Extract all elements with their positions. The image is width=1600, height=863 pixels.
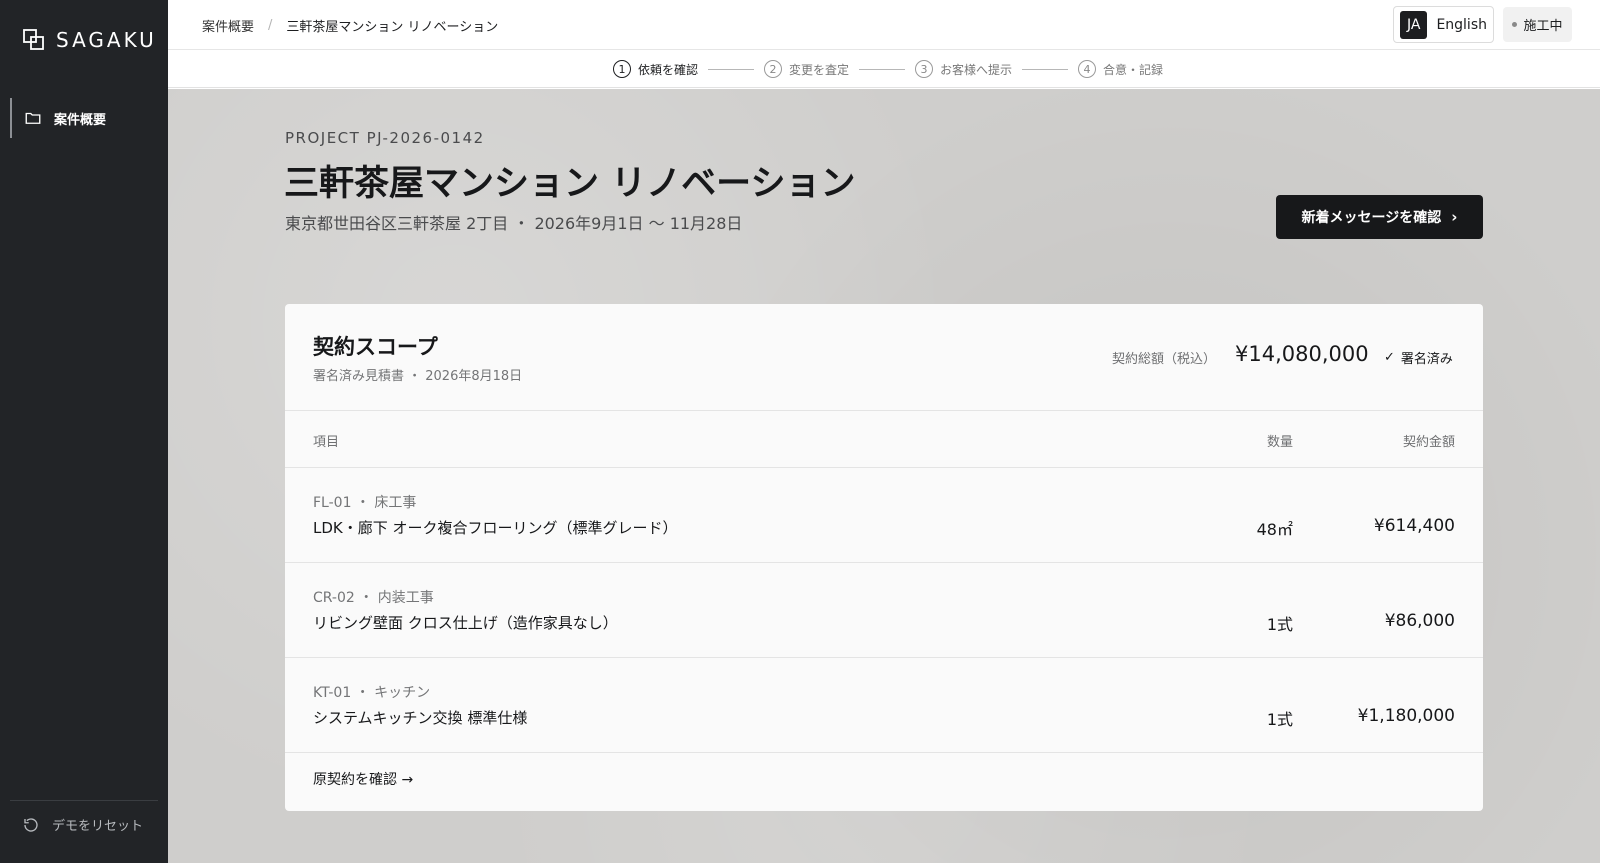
step-confirm-request[interactable]: 1 依頼を確認 <box>613 60 698 78</box>
status-badge: 施工中 <box>1503 7 1572 42</box>
row-amount: ¥614,400 <box>1373 516 1455 536</box>
sidebar-item-overview[interactable]: 案件概要 <box>10 98 168 138</box>
row-code: CR-02 ・ 内装工事 <box>313 590 434 606</box>
step-label: 合意・記録 <box>1103 62 1164 77</box>
card-title: 契約スコープ <box>313 335 438 359</box>
row-qty: 1式 <box>1266 615 1293 634</box>
steps: 1 依頼を確認 2 変更を査定 3 お客様へ提示 4 合意・記録 <box>613 60 1163 78</box>
status-dot-icon <box>1512 22 1518 27</box>
step-label: お客様へ提示 <box>940 62 1013 77</box>
topbar: 案件概要 / 三軒茶屋マンション リノベーション JA English 施工中 <box>168 0 1600 50</box>
row-code: KT-01 ・ キッチン <box>313 685 431 701</box>
step-number: 2 <box>764 60 783 78</box>
row-code: FL-01 ・ 床工事 <box>313 495 417 511</box>
reset-demo-button[interactable]: デモをリセット <box>22 815 143 834</box>
row-qty: 48㎡ <box>1256 520 1293 539</box>
sidebar: SAGAKU 案件概要 デモをリセット <box>0 0 168 863</box>
step-number: 4 <box>1078 60 1097 78</box>
breadcrumb-separator: / <box>268 18 273 33</box>
reset-label: デモをリセット <box>52 819 144 834</box>
status-label: 施工中 <box>1523 19 1563 34</box>
step-assess-change[interactable]: 2 変更を査定 <box>764 60 849 78</box>
row-amount: ¥86,000 <box>1384 611 1455 631</box>
project-code: PROJECT PJ-2026-0142 <box>285 129 485 147</box>
table-row[interactable]: FL-01 ・ 床工事 LDK・廊下 オーク複合フローリング（標準グレード） 4… <box>285 468 1483 563</box>
step-connector <box>859 68 906 70</box>
sidebar-divider <box>10 800 158 801</box>
row-amount: ¥1,180,000 <box>1357 706 1455 726</box>
table-row[interactable]: CR-02 ・ 内装工事 リビング壁面 クロス仕上げ（造作家具なし） 1式 ¥8… <box>285 563 1483 658</box>
view-original-contract-link[interactable]: 原契約を確認 → <box>313 769 413 789</box>
breadcrumb: 案件概要 / 三軒茶屋マンション リノベーション <box>202 16 498 35</box>
language-toggle-button[interactable]: JA English <box>1393 6 1494 43</box>
workflow-stepper: 1 依頼を確認 2 変更を査定 3 お客様へ提示 4 合意・記録 <box>168 50 1600 88</box>
breadcrumb-item-current: 三軒茶屋マンション リノベーション <box>286 20 499 35</box>
contract-scope-card: 契約スコープ 署名済み見積書 ・ 2026年8月18日 契約総額（税込） ¥14… <box>285 304 1483 811</box>
column-header-amount: 契約金額 <box>1402 435 1455 450</box>
step-present-to-customer[interactable]: 3 お客様へ提示 <box>915 60 1012 78</box>
column-header-item: 項目 <box>313 435 340 450</box>
total-label: 契約総額（税込） <box>1112 352 1217 367</box>
main-content: PROJECT PJ-2026-0142 三軒茶屋マンション リノベーション 東… <box>168 89 1600 863</box>
sidebar-item-label: 案件概要 <box>54 112 107 128</box>
project-subtitle: 東京都世田谷区三軒茶屋 2丁目 ・ 2026年9月1日 〜 11月28日 <box>285 214 743 233</box>
row-name: システムキッチン交換 標準仕様 <box>313 709 528 727</box>
table-header: 項目 数量 契約金額 <box>285 411 1483 468</box>
card-header: 契約スコープ 署名済み見積書 ・ 2026年8月18日 契約総額（税込） ¥14… <box>285 304 1483 411</box>
breadcrumb-item-overview[interactable]: 案件概要 <box>202 16 254 35</box>
step-label: 変更を査定 <box>789 62 850 77</box>
brand-logo[interactable]: SAGAKU <box>22 28 157 52</box>
step-number: 1 <box>613 60 631 78</box>
logo-icon <box>23 29 44 50</box>
card-subtitle: 署名済み見積書 ・ 2026年8月18日 <box>313 369 523 384</box>
signed-status: ✓ 署名済み <box>1384 348 1453 367</box>
language-name: English <box>1436 16 1487 33</box>
signed-label: 署名済み <box>1400 352 1453 367</box>
check-icon: ✓ <box>1384 350 1395 365</box>
step-connector <box>1022 68 1069 70</box>
step-agree-record[interactable]: 4 合意・記録 <box>1078 60 1163 78</box>
reset-icon <box>24 817 38 832</box>
row-qty: 1式 <box>1266 710 1293 729</box>
step-number: 3 <box>915 60 934 78</box>
total-value: ¥14,080,000 <box>1235 342 1369 366</box>
folder-icon <box>25 112 41 124</box>
page-title: 三軒茶屋マンション リノベーション <box>284 164 856 204</box>
cta-label: 新着メッセージを確認 <box>1301 210 1442 226</box>
language-code: JA <box>1400 10 1428 39</box>
step-connector <box>708 68 755 70</box>
row-name: LDK・廊下 オーク複合フローリング（標準グレード） <box>313 519 678 537</box>
brand-name: SAGAKU <box>56 28 157 52</box>
column-header-qty: 数量 <box>1266 435 1293 450</box>
check-new-messages-button[interactable]: 新着メッセージを確認 › <box>1276 195 1483 239</box>
table-row[interactable]: KT-01 ・ キッチン システムキッチン交換 標準仕様 1式 ¥1,180,0… <box>285 658 1483 753</box>
step-label: 依頼を確認 <box>638 62 699 77</box>
row-name: リビング壁面 クロス仕上げ（造作家具なし） <box>313 614 618 632</box>
chevron-right-icon: › <box>1451 208 1458 226</box>
